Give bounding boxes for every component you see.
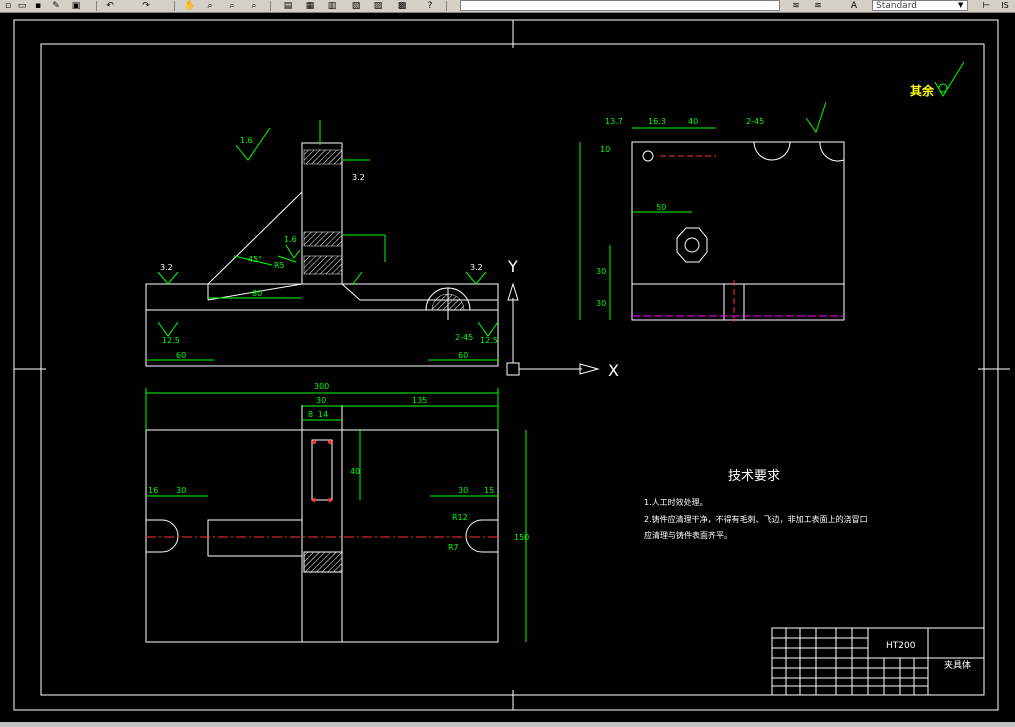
tool-palettes-icon[interactable]: ▥ xyxy=(326,1,338,11)
svg-text:3.2: 3.2 xyxy=(352,173,365,182)
open-file-icon[interactable]: ▭ xyxy=(16,1,28,11)
layer-dropdown[interactable] xyxy=(460,0,780,11)
toolbar-separator xyxy=(174,1,175,11)
toolbar-separator xyxy=(446,1,447,11)
zoom-previous-icon[interactable]: ⌕ xyxy=(248,1,260,11)
copy-icon[interactable]: ▣ xyxy=(70,1,82,11)
svg-text:3.2: 3.2 xyxy=(470,263,483,272)
svg-text:3.2: 3.2 xyxy=(160,263,173,272)
svg-text:2-45: 2-45 xyxy=(455,333,473,342)
markup-icon[interactable]: ▨ xyxy=(372,1,384,11)
layer-previous-icon[interactable]: ≋ xyxy=(812,1,824,11)
ucs-y-label: Y xyxy=(507,257,518,276)
match-properties-icon[interactable]: ✎ xyxy=(50,1,62,11)
svg-text:R12: R12 xyxy=(452,513,468,522)
svg-text:135: 135 xyxy=(412,396,427,405)
text-style-icon[interactable]: A xyxy=(848,1,860,11)
svg-text:R7: R7 xyxy=(448,543,459,552)
svg-text:10: 10 xyxy=(600,145,610,154)
command-line[interactable] xyxy=(0,722,1015,727)
svg-text:45°: 45° xyxy=(248,255,262,264)
svg-text:80: 80 xyxy=(252,289,262,298)
side-dimensions xyxy=(579,101,827,320)
top-dimensions xyxy=(145,388,527,642)
front-dim-labels: 60 60 80 45° 1.6 1.6 R5 2-45 12.5 12.5 xyxy=(162,136,498,360)
svg-text:14: 14 xyxy=(318,410,328,419)
tech-requirement-line: 应清理与铸件表面齐平。 xyxy=(644,530,732,540)
zoom-realtime-icon[interactable]: ⌕ xyxy=(204,1,216,11)
svg-text:1.6: 1.6 xyxy=(284,235,297,244)
tech-requirements-title: 技术要求 xyxy=(728,469,780,484)
calculator-icon[interactable]: ▩ xyxy=(396,1,408,11)
side-view xyxy=(631,141,845,321)
text-style-dropdown[interactable]: Standard xyxy=(872,0,968,11)
front-view xyxy=(145,142,499,367)
part-name-label: 夹具体 xyxy=(944,659,971,671)
sheet-set-icon[interactable]: ▧ xyxy=(350,1,362,11)
svg-text:15: 15 xyxy=(484,486,494,495)
svg-text:R5: R5 xyxy=(274,261,285,270)
toolbar-separator xyxy=(96,1,97,11)
svg-text:40: 40 xyxy=(688,117,698,126)
svg-text:300: 300 xyxy=(314,382,329,391)
design-center-icon[interactable]: ▦ xyxy=(304,1,316,11)
svg-text:50: 50 xyxy=(656,203,666,212)
svg-text:40: 40 xyxy=(350,467,360,476)
drawing-canvas[interactable]: 其余 60 60 80 45° 1.6 1.6 R5 2-45 12.5 12.… xyxy=(0,13,1015,725)
svg-text:60: 60 xyxy=(458,351,468,360)
svg-text:1.6: 1.6 xyxy=(240,136,253,145)
svg-text:12.5: 12.5 xyxy=(480,336,498,345)
undo-icon[interactable]: ↶ xyxy=(104,1,116,11)
properties-icon[interactable]: ▤ xyxy=(282,1,294,11)
dim-style-icon[interactable]: ⊢ xyxy=(980,1,992,11)
roughness-note: 其余 xyxy=(910,83,935,98)
pan-icon[interactable]: ✋ xyxy=(184,1,196,11)
chevron-down-icon[interactable]: ▼ xyxy=(958,1,963,9)
standard-toolbar: ▫ ▭ ▪ ✎ ▣ ↶ ↷ ✋ ⌕ ⌕ ⌕ ▤ ▦ ▥ ▧ ▨ ▩ ? ≋ ≋ … xyxy=(0,0,1015,13)
top-view xyxy=(145,405,499,643)
tech-requirement-line: 2.铸件应清理干净，不得有毛刺、飞边，非加工表面上的浇冒口 xyxy=(644,514,868,524)
dim-style-dropdown[interactable]: IS xyxy=(996,1,1014,11)
save-icon[interactable]: ▪ xyxy=(32,1,44,11)
svg-text:13.7: 13.7 xyxy=(605,117,623,126)
hole-markers xyxy=(312,440,332,502)
svg-text:8: 8 xyxy=(308,410,313,419)
svg-text:12.5: 12.5 xyxy=(162,336,180,345)
tech-requirement-line: 1.人工时效处理。 xyxy=(644,497,708,507)
svg-text:30: 30 xyxy=(596,267,606,276)
layer-manager-icon[interactable]: ≋ xyxy=(790,1,802,11)
svg-text:30: 30 xyxy=(458,486,468,495)
svg-text:16.3: 16.3 xyxy=(648,117,666,126)
sheet-outer-border xyxy=(13,19,999,711)
zoom-window-icon[interactable]: ⌕ xyxy=(226,1,238,11)
ucs-icon xyxy=(506,282,600,376)
hatch-area xyxy=(303,149,465,311)
ucs-x-label: X xyxy=(608,361,619,380)
svg-text:16: 16 xyxy=(148,486,158,495)
svg-text:2-45: 2-45 xyxy=(746,117,764,126)
redo-icon[interactable]: ↷ xyxy=(140,1,152,11)
roughness-symbol xyxy=(934,61,965,97)
svg-text:30: 30 xyxy=(596,299,606,308)
svg-text:60: 60 xyxy=(176,351,186,360)
toolbar-separator xyxy=(270,1,271,11)
material-label: HT200 xyxy=(886,641,916,651)
svg-text:150: 150 xyxy=(514,533,529,542)
help-icon[interactable]: ? xyxy=(424,1,436,11)
svg-text:30: 30 xyxy=(176,486,186,495)
top-dim-labels: 300 30 135 8 14 16 30 30 15 R12 R7 40 15… xyxy=(148,382,529,552)
new-file-icon[interactable]: ▫ xyxy=(2,1,14,11)
svg-text:30: 30 xyxy=(316,396,326,405)
